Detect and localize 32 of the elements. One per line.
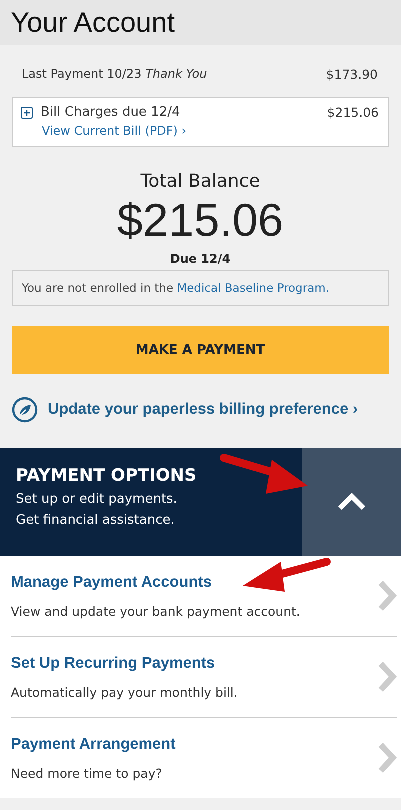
chevron-right-icon [377,660,397,694]
bill-charges-amount: $215.06 [327,105,379,120]
medical-baseline-link[interactable]: Medical Baseline Program. [177,281,330,295]
due-date: Due 12/4 [169,252,232,266]
chevron-right-icon [377,579,397,613]
expand-icon[interactable] [21,106,33,118]
payment-options-title: PAYMENT OPTIONS [16,466,198,486]
bill-charges-label: Bill Charges due 12/4 [41,105,180,120]
payment-option-title: Manage Payment Accounts [11,574,213,592]
leaf-icon [12,397,38,423]
view-bill-link[interactable]: View Current Bill (PDF) › [42,124,379,138]
payment-option-title: Payment Arrangement [11,736,177,754]
last-payment-label: Last Payment 10/23 Thank You [22,67,208,81]
page-title: Your Account [11,6,175,38]
paperless-billing-link[interactable]: Update your paperless billing preference › [48,401,358,419]
collapse-toggle-button[interactable] [302,448,401,556]
payment-options-description: Get financial assistance. [16,512,176,530]
last-payment-amount: $173.90 [326,66,378,82]
make-payment-button[interactable]: MAKE A PAYMENT [12,326,389,374]
payment-option-description: View and update your bank payment account. [11,604,302,618]
total-balance-amount: $215.06 [116,193,285,248]
payment-option-title: Set Up Recurring Payments [11,654,216,672]
payment-option-description: Automatically pay your monthly bill. [11,684,239,700]
payment-option-item[interactable]: Set Up Recurring Payments Automatically pay your monthly bill. [11,637,397,718]
chevron-right-icon [377,741,397,775]
payment-option-item[interactable]: Payment Arrangement Need more time to pay? [11,718,397,798]
enrollment-notice: You are not enrolled in the Medical Baseline Program. [22,281,330,295]
payment-option-item[interactable]: Manage Payment Accounts View and update your bank payment account. [11,556,397,637]
payment-option-description: Need more time to pay? [11,766,164,780]
payment-options-description: Set up or edit payments. [16,491,178,509]
chevron-up-icon [336,492,366,512]
total-balance-label: Total Balance [140,171,262,192]
